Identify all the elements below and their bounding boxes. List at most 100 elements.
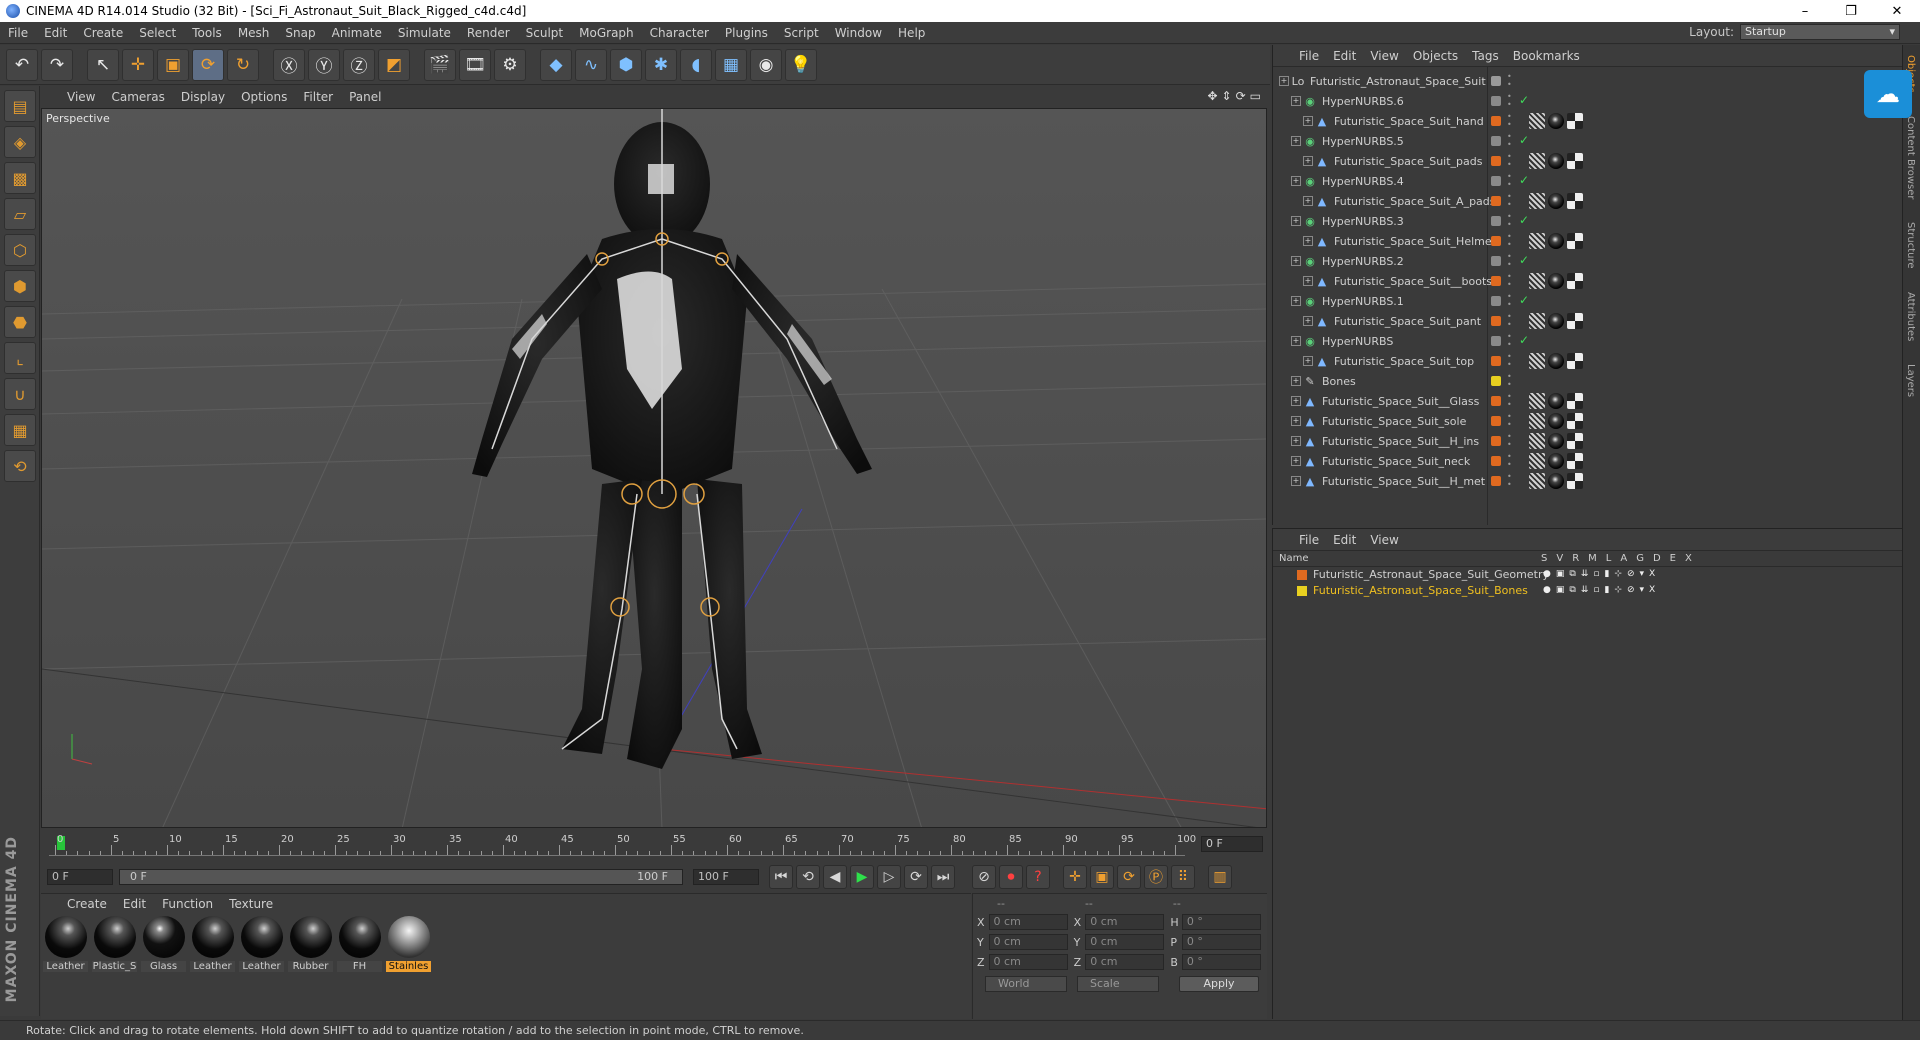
- object-row[interactable]: + ◉ HyperNURBS.3 • • ✓: [1273, 211, 1903, 231]
- material-tag-icon[interactable]: [1548, 113, 1564, 129]
- expand-toggle-icon[interactable]: +: [1291, 136, 1301, 146]
- material-swatch[interactable]: FH: [337, 916, 382, 972]
- material-tag-icon[interactable]: [1548, 473, 1564, 489]
- material-menu-texture[interactable]: Texture: [229, 897, 273, 911]
- visibility-dots-icon[interactable]: • •: [1507, 273, 1512, 289]
- start-frame-field[interactable]: 0 F: [47, 869, 113, 885]
- viewport-menu-display[interactable]: Display: [181, 90, 225, 104]
- layer-menu-file[interactable]: File: [1299, 533, 1319, 547]
- layer-toggle-icon[interactable]: ⊘: [1627, 585, 1635, 595]
- visibility-dots-icon[interactable]: • •: [1507, 73, 1512, 89]
- menu-character[interactable]: Character: [642, 26, 717, 40]
- transform-mode-dropdown[interactable]: Scale: [1077, 976, 1159, 992]
- viewport-menu-panel[interactable]: Panel: [349, 90, 381, 104]
- layer-toggle-icon[interactable]: ⊹: [1614, 585, 1622, 595]
- camera-icon[interactable]: ◉: [750, 48, 782, 81]
- record-keys-icon[interactable]: ⊘: [972, 865, 996, 889]
- phong-tag-icon[interactable]: [1529, 473, 1545, 489]
- expand-toggle-icon[interactable]: +: [1291, 296, 1301, 306]
- object-row[interactable]: + ▲ Futuristic_Space_Suit_top • •: [1273, 351, 1903, 371]
- phong-tag-icon[interactable]: [1529, 193, 1545, 209]
- phong-tag-icon[interactable]: [1529, 313, 1545, 329]
- perspective-viewport[interactable]: Perspective: [41, 108, 1267, 828]
- layer-menu-view[interactable]: View: [1370, 533, 1398, 547]
- expand-toggle-icon[interactable]: +: [1291, 396, 1301, 406]
- texture-tag-icon[interactable]: [1567, 233, 1583, 249]
- layer-color-swatch[interactable]: [1491, 436, 1501, 446]
- layer-color-swatch[interactable]: [1491, 456, 1501, 466]
- visibility-dots-icon[interactable]: • •: [1507, 93, 1512, 109]
- object-menu-view[interactable]: View: [1370, 49, 1398, 63]
- scale-tool-icon[interactable]: ▣: [157, 48, 189, 81]
- layer-color-swatch[interactable]: [1491, 316, 1501, 326]
- object-row[interactable]: + ◉ HyperNURBS • • ✓: [1273, 331, 1903, 351]
- nurbs-icon[interactable]: ⬢: [610, 48, 642, 81]
- layer-toggle-icon[interactable]: ⇊: [1581, 569, 1589, 579]
- layer-color-swatch[interactable]: [1491, 356, 1501, 366]
- layer-color-swatch[interactable]: [1491, 336, 1501, 346]
- visibility-dots-icon[interactable]: • •: [1507, 373, 1512, 389]
- object-row[interactable]: + ▲ Futuristic_Space_Suit__Glass • •: [1273, 391, 1903, 411]
- z-axis-lock-icon[interactable]: Ⓩ: [343, 48, 375, 81]
- coord-field[interactable]: 0 cm: [988, 914, 1068, 930]
- texture-tag-icon[interactable]: [1567, 153, 1583, 169]
- timeline[interactable]: 0 5 10 15 20 25 30 35 40 45 50 55 60 65 70 75 80 85 90 95 10…: [41, 830, 1267, 860]
- layer-toggle-icon[interactable]: X: [1649, 585, 1655, 595]
- visibility-dots-icon[interactable]: • •: [1507, 213, 1512, 229]
- expand-toggle-icon[interactable]: +: [1291, 376, 1301, 386]
- object-row[interactable]: + ◉ HyperNURBS.6 • • ✓: [1273, 91, 1903, 111]
- object-row[interactable]: + ◉ HyperNURBS.2 • • ✓: [1273, 251, 1903, 271]
- material-tag-icon[interactable]: [1548, 153, 1564, 169]
- render-view-icon[interactable]: 🎬: [424, 48, 456, 81]
- frame-range-slider[interactable]: 0 F 100 F: [119, 869, 683, 885]
- phong-tag-icon[interactable]: [1529, 413, 1545, 429]
- coord-field[interactable]: 0 cm: [988, 934, 1068, 950]
- side-tab-attributes[interactable]: Attributes: [1905, 292, 1916, 341]
- viewport-menu-view[interactable]: View: [67, 90, 95, 104]
- material-tag-icon[interactable]: [1548, 353, 1564, 369]
- expand-toggle-icon[interactable]: +: [1303, 356, 1313, 366]
- cube-primitive-icon[interactable]: ◆: [540, 48, 572, 81]
- side-tab-content-browser[interactable]: Content Browser: [1905, 116, 1916, 199]
- enabled-check-icon[interactable]: ✓: [1519, 93, 1529, 107]
- timeline-ruler[interactable]: 0 5 10 15 20 25 30 35 40 45 50 55 60 65 70 75 80 85 90 95 10…: [49, 832, 1196, 856]
- phong-tag-icon[interactable]: [1529, 273, 1545, 289]
- expand-toggle-icon[interactable]: +: [1279, 76, 1289, 86]
- object-menu-edit[interactable]: Edit: [1333, 49, 1356, 63]
- object-row[interactable]: + ▲ Futuristic_Space_Suit_neck • •: [1273, 451, 1903, 471]
- enabled-check-icon[interactable]: ✓: [1519, 333, 1529, 347]
- texture-tag-icon[interactable]: [1567, 453, 1583, 469]
- layer-toggle-icon[interactable]: X: [1649, 569, 1655, 579]
- expand-toggle-icon[interactable]: +: [1303, 236, 1313, 246]
- layer-color-swatch[interactable]: [1491, 396, 1501, 406]
- material-menu-edit[interactable]: Edit: [123, 897, 146, 911]
- layer-color-swatch[interactable]: [1491, 176, 1501, 186]
- render-settings-icon[interactable]: ⚙: [494, 48, 526, 81]
- expand-toggle-icon[interactable]: +: [1291, 436, 1301, 446]
- visibility-dots-icon[interactable]: • •: [1507, 313, 1512, 329]
- layer-color-swatch[interactable]: [1491, 76, 1501, 86]
- layer-color-swatch[interactable]: [1491, 96, 1501, 106]
- redo-icon[interactable]: ↷: [41, 48, 73, 81]
- x-axis-lock-icon[interactable]: Ⓧ: [273, 48, 305, 81]
- expand-toggle-icon[interactable]: +: [1291, 216, 1301, 226]
- rotate-tool-icon[interactable]: ⟳: [192, 48, 224, 81]
- material-tag-icon[interactable]: [1548, 393, 1564, 409]
- material-swatch[interactable]: Stainles: [386, 916, 431, 972]
- menu-tools[interactable]: Tools: [184, 26, 230, 40]
- side-tab-structure[interactable]: Structure: [1905, 222, 1916, 269]
- cloud-sync-icon[interactable]: ☁: [1864, 70, 1912, 118]
- expand-toggle-icon[interactable]: +: [1303, 156, 1313, 166]
- visibility-dots-icon[interactable]: • •: [1507, 153, 1512, 169]
- visibility-dots-icon[interactable]: • •: [1507, 173, 1512, 189]
- coord-field[interactable]: 0 cm: [1085, 954, 1165, 970]
- layer-color-swatch[interactable]: [1491, 256, 1501, 266]
- toggle-view-icon[interactable]: ▭: [1250, 89, 1261, 103]
- key-position-icon[interactable]: ✛: [1063, 865, 1087, 889]
- timeline-window-icon[interactable]: ▥: [1208, 865, 1232, 889]
- object-row[interactable]: + ▲ Futuristic_Space_Suit__H_met • •: [1273, 471, 1903, 491]
- apply-button[interactable]: Apply: [1179, 976, 1259, 992]
- visibility-dots-icon[interactable]: • •: [1507, 333, 1512, 349]
- object-row[interactable]: + ✎ Bones • •: [1273, 371, 1903, 391]
- object-row[interactable]: + ▲ Futuristic_Space_Suit_sole • •: [1273, 411, 1903, 431]
